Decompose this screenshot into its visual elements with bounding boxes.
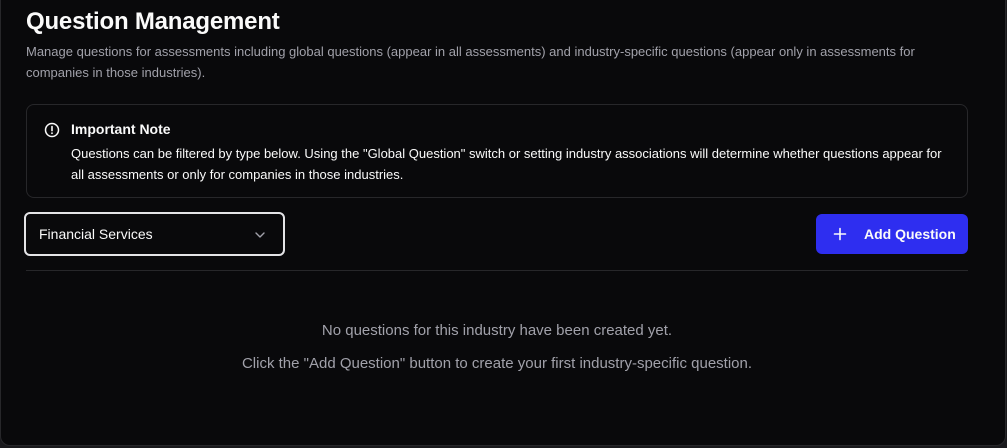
alert-circle-icon bbox=[44, 122, 60, 138]
section-divider bbox=[26, 270, 968, 271]
plus-icon bbox=[833, 227, 847, 241]
note-text: Questions can be filtered by type below.… bbox=[71, 146, 942, 182]
empty-state-message: No questions for this industry have been… bbox=[321, 322, 673, 339]
add-question-label: Add Question bbox=[864, 226, 956, 242]
industry-select[interactable]: Financial Services bbox=[24, 212, 285, 256]
add-question-button[interactable]: Add Question bbox=[816, 214, 968, 254]
page-title: Question Management bbox=[26, 8, 280, 35]
note-title: Important Note bbox=[71, 121, 171, 137]
empty-state-hint: Click the "Add Question" button to creat… bbox=[241, 355, 753, 372]
important-note-card: Important Note Questions can be filtered… bbox=[26, 104, 968, 198]
industry-select-value: Financial Services bbox=[39, 226, 153, 242]
page-subtitle: Manage questions for assessments includi… bbox=[26, 44, 915, 80]
chevron-down-icon bbox=[255, 232, 265, 238]
